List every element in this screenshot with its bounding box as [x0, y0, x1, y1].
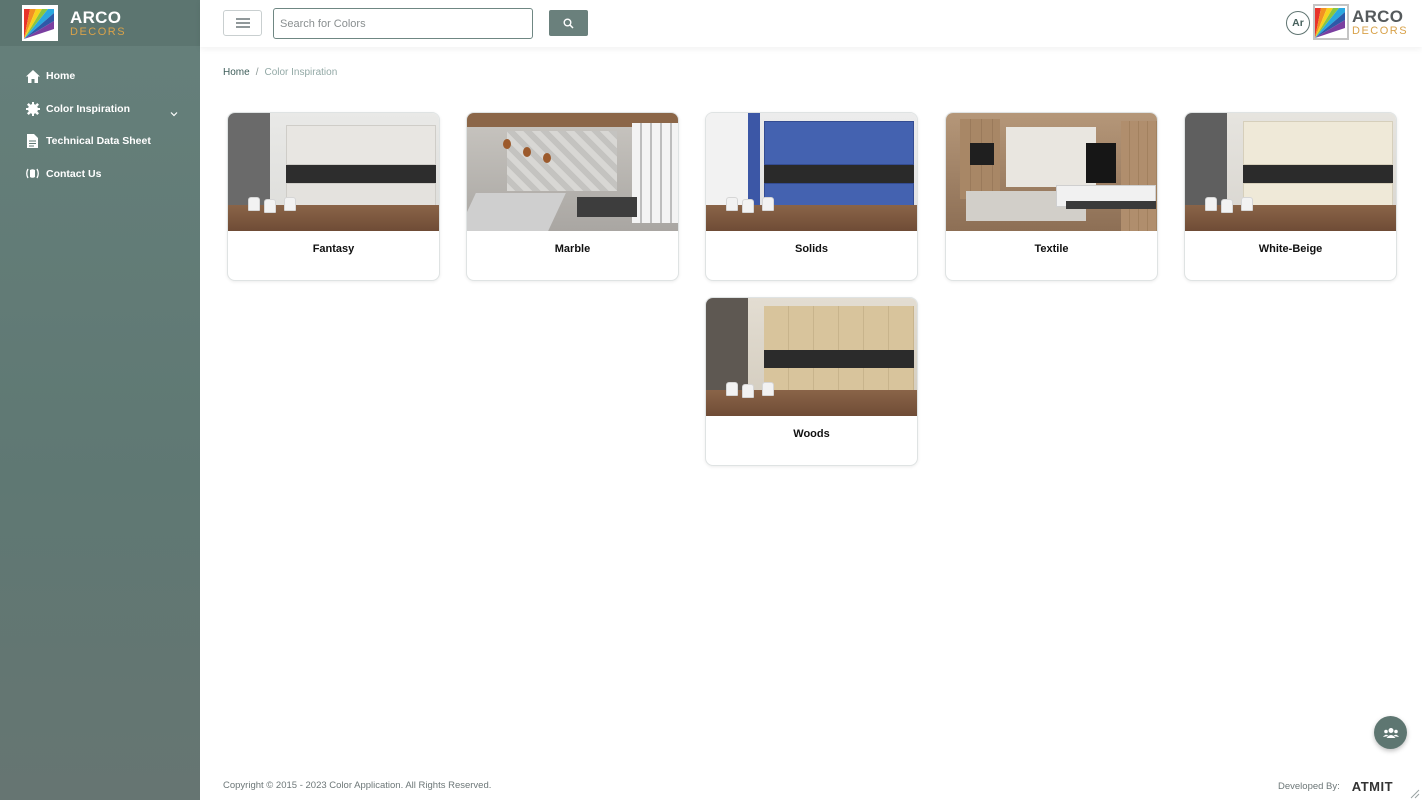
card-image: [467, 113, 678, 231]
breadcrumb: Home / Color Inspiration: [223, 67, 337, 78]
sidebar-item-label: Contact Us: [46, 167, 102, 180]
sidebar-item-home[interactable]: Home: [0, 60, 200, 93]
brand-subtitle: DECORS: [1352, 25, 1409, 37]
developed-by-label: Developed By:: [1278, 781, 1340, 792]
breadcrumb-home[interactable]: Home: [223, 67, 250, 78]
search-input[interactable]: [273, 8, 533, 39]
card-title: Fantasy: [312, 243, 355, 255]
category-card-woods[interactable]: Woods: [705, 297, 918, 466]
menu-toggle-button[interactable]: [223, 10, 262, 36]
home-icon: [25, 69, 40, 84]
sidebar-item-contact-us[interactable]: Contact Us: [0, 158, 200, 191]
brand-name: ARCO: [70, 7, 122, 27]
sidebar-brand[interactable]: ARCO DECORS: [0, 0, 200, 46]
header-logo[interactable]: [1313, 4, 1349, 40]
developer-logo[interactable]: ATMIT: [1352, 779, 1393, 794]
search-icon: [563, 18, 574, 29]
sidebar-item-label: Technical Data Sheet: [46, 135, 151, 148]
card-title: White-Beige: [1258, 243, 1323, 255]
category-card-fantasy[interactable]: Fantasy: [227, 112, 440, 281]
card-image: [706, 113, 917, 231]
search-button[interactable]: [549, 10, 588, 36]
card-image: [946, 113, 1157, 231]
sidebar-item-color-inspiration[interactable]: Color Inspiration: [0, 93, 200, 126]
sidebar-item-label: Color Inspiration: [46, 102, 130, 115]
breadcrumb-separator: /: [255, 67, 259, 78]
category-card-textile[interactable]: Textile: [945, 112, 1158, 281]
document-icon: [25, 134, 40, 149]
copyright-text: Copyright © 2015 - 2023 Color Applicatio…: [223, 780, 492, 791]
card-title: Woods: [793, 428, 830, 440]
header-brand: ARCO DECORS: [1352, 8, 1408, 37]
sidebar-item-label: Home: [46, 70, 76, 83]
language-toggle[interactable]: Ar: [1286, 11, 1310, 35]
sidebar-item-technical-data-sheet[interactable]: Technical Data Sheet: [0, 125, 200, 158]
card-title: Marble: [554, 243, 591, 255]
developed-by: Developed By: ATMIT: [1278, 779, 1393, 794]
card-image: [228, 113, 439, 231]
chevron-down-icon[interactable]: [170, 105, 178, 117]
sidebar: ARCO DECORS Home Color Inspiration Techn…: [0, 0, 200, 800]
breadcrumb-current: Color Inspiration: [264, 67, 338, 78]
brand-name: ARCO: [1352, 7, 1404, 26]
category-card-white-beige[interactable]: White-Beige: [1184, 112, 1397, 281]
users-icon: [1382, 727, 1399, 738]
hamburger-icon: [235, 18, 250, 28]
phone-icon: [25, 166, 40, 181]
brand-subtitle: DECORS: [70, 25, 127, 38]
card-title: Textile: [1034, 243, 1069, 255]
card-image: [706, 298, 917, 416]
top-header: Ar ARCO DECORS: [200, 0, 1422, 47]
brand-logo: [22, 5, 58, 41]
resize-grip-icon[interactable]: [1408, 786, 1420, 799]
category-card-solids[interactable]: Solids: [705, 112, 918, 281]
sidebar-nav: Home Color Inspiration Technical Data Sh…: [0, 46, 200, 190]
category-card-marble[interactable]: Marble: [466, 112, 679, 281]
card-title: Solids: [794, 243, 828, 255]
users-fab-button[interactable]: [1374, 716, 1407, 749]
card-image: [1185, 113, 1396, 231]
gear-icon: [25, 101, 40, 116]
